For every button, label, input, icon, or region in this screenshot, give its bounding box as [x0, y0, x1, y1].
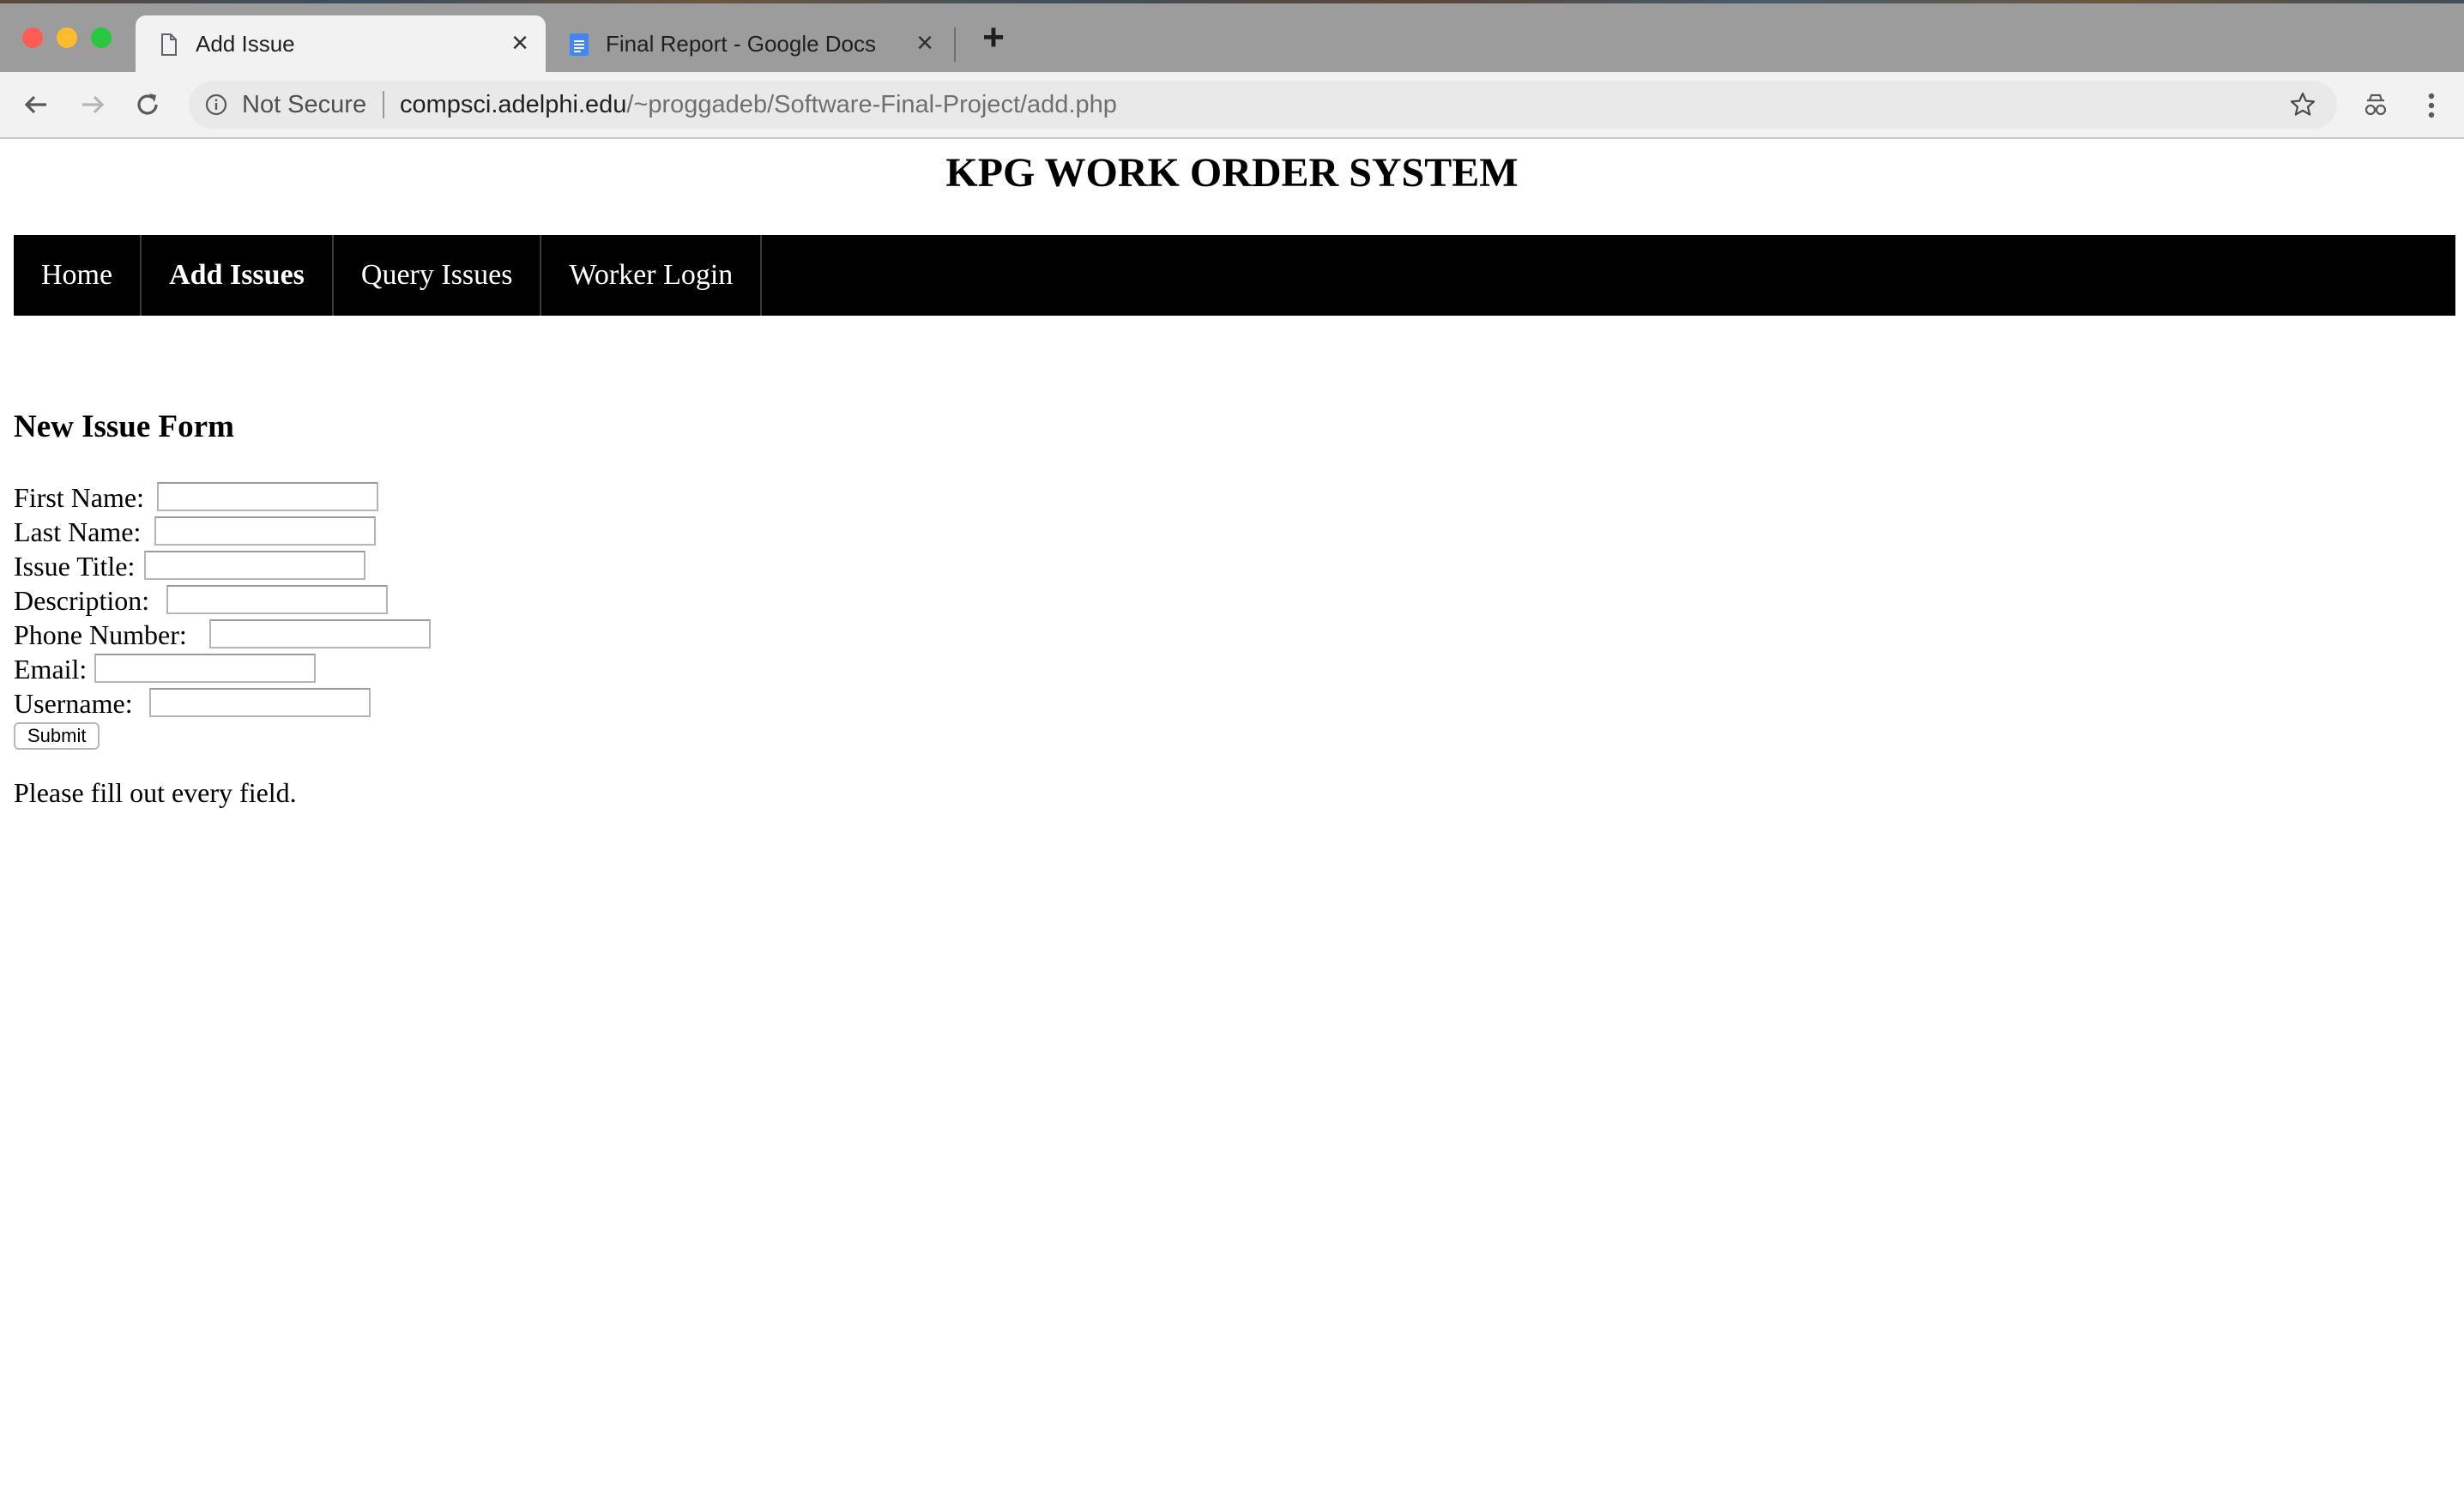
- close-tab-icon[interactable]: ×: [511, 27, 528, 58]
- issue-title-label: Issue Title:: [14, 551, 136, 582]
- description-label: Description:: [14, 585, 150, 616]
- url-host: compsci.adelphi.edu: [400, 91, 627, 118]
- username-field[interactable]: [149, 688, 371, 717]
- first-name-label: First Name:: [14, 482, 144, 513]
- tab-separator: [954, 27, 956, 62]
- site-navbar: Home Add Issues Query Issues Worker Logi…: [14, 235, 2455, 316]
- incognito-extension-icon[interactable]: [2361, 91, 2390, 120]
- nav-query-issues[interactable]: Query Issues: [334, 235, 542, 316]
- submit-button[interactable]: Submit: [14, 722, 100, 750]
- bookmark-star-icon[interactable]: [2289, 91, 2316, 118]
- email-label: Email:: [14, 654, 88, 685]
- close-tab-icon[interactable]: ×: [916, 27, 933, 58]
- back-arrow-icon[interactable]: [19, 87, 53, 122]
- phone-number-field[interactable]: [209, 619, 431, 648]
- form-heading: New Issue Form: [14, 409, 234, 444]
- url-divider: [383, 91, 384, 118]
- new-tab-icon[interactable]: +: [976, 19, 1011, 57]
- last-name-field[interactable]: [154, 516, 376, 546]
- browser-toolbar: Not Secure compsci.adelphi.edu/~proggade…: [0, 72, 2464, 139]
- nav-add-issues[interactable]: Add Issues: [142, 235, 334, 316]
- window-close-button[interactable]: [22, 27, 43, 48]
- desktop-background-stripe: [0, 0, 2464, 3]
- phone-number-label: Phone Number:: [14, 619, 187, 650]
- description-field[interactable]: [166, 585, 388, 614]
- tab-title: Add Issue: [196, 31, 295, 57]
- issue-title-field[interactable]: [144, 551, 365, 580]
- tab-add-issue[interactable]: Add Issue ×: [136, 15, 546, 72]
- page-content: KPG WORK ORDER SYSTEM Home Add Issues Qu…: [0, 139, 2464, 1496]
- forward-arrow-icon[interactable]: [75, 87, 110, 122]
- first-name-field[interactable]: [157, 482, 378, 511]
- username-label: Username:: [14, 688, 133, 719]
- reload-icon[interactable]: [130, 87, 165, 122]
- address-bar[interactable]: Not Secure compsci.adelphi.edu/~proggade…: [189, 81, 2337, 129]
- url-text[interactable]: compsci.adelphi.edu/~proggadeb/Software-…: [400, 91, 1117, 119]
- url-path: /~proggadeb/Software-Final-Project/add.p…: [626, 91, 1117, 118]
- security-status[interactable]: Not Secure: [242, 91, 366, 119]
- nav-worker-login[interactable]: Worker Login: [541, 235, 763, 316]
- tab-title: Final Report - Google Docs: [606, 31, 877, 57]
- email-field[interactable]: [94, 654, 316, 683]
- google-docs-icon: [570, 33, 589, 56]
- last-name-label: Last Name:: [14, 516, 142, 547]
- form-notice: Please fill out every field.: [14, 777, 297, 808]
- window-zoom-button[interactable]: [91, 27, 112, 48]
- document-icon: [161, 33, 177, 56]
- tab-final-report[interactable]: Final Report - Google Docs ×: [546, 15, 956, 72]
- window-minimize-button[interactable]: [57, 27, 77, 48]
- kebab-menu-icon[interactable]: [2421, 89, 2442, 122]
- info-icon[interactable]: [204, 93, 228, 117]
- browser-tabstrip: Add Issue × Final Report - Google Docs ×…: [0, 0, 2464, 72]
- nav-home[interactable]: Home: [14, 235, 142, 316]
- site-title: KPG WORK ORDER SYSTEM: [945, 150, 1519, 196]
